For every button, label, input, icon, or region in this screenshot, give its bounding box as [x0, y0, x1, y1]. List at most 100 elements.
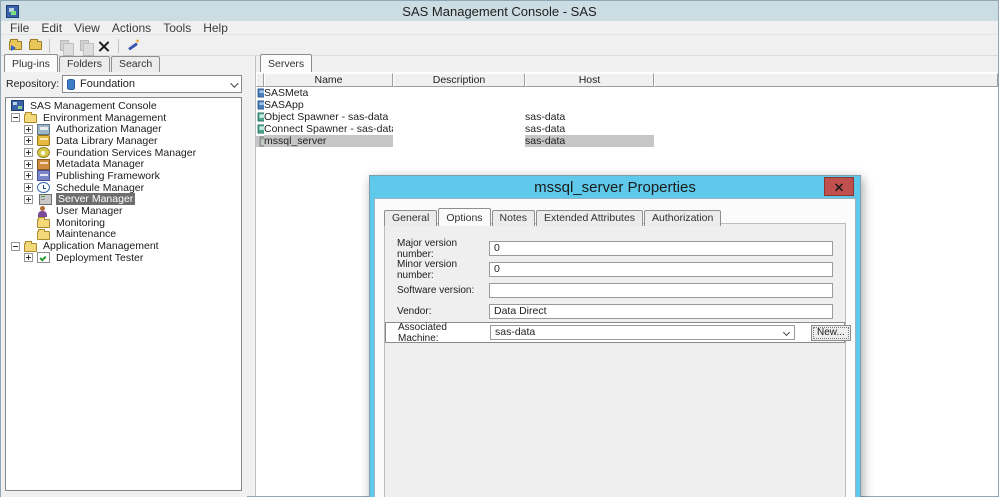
menu-item[interactable]: Tools: [157, 21, 197, 35]
field-input[interactable]: sas-data: [490, 325, 795, 340]
tree-item-icon: [37, 252, 50, 263]
tree-expander-icon[interactable]: [24, 125, 33, 134]
field-input[interactable]: 0: [489, 241, 833, 256]
close-x-icon: [835, 182, 844, 191]
dialog-tabstrip: GeneralOptionsNotesExtended AttributesAu…: [384, 208, 722, 226]
server-type-icon: [258, 101, 264, 110]
form-row: Minor version number: 0: [385, 259, 845, 280]
table-row[interactable]: Object Spawner - sas-data sas-data: [256, 111, 998, 123]
menu-item[interactable]: File: [4, 21, 35, 35]
left-panel-tab[interactable]: Search: [111, 56, 160, 72]
column-header-filler: [654, 73, 998, 87]
tree-item-icon: [24, 114, 37, 123]
form-row: Vendor: Data Direct: [385, 301, 845, 322]
column-header-icon[interactable]: [256, 73, 264, 87]
left-tabstrip: Plug-insFoldersSearch: [1, 56, 247, 72]
tree-item-icon: [37, 135, 50, 146]
open-folder-glyph: [29, 41, 42, 50]
tree-expander-icon[interactable]: [11, 242, 20, 251]
form-row: Software version:: [385, 280, 845, 301]
tree-expander-icon[interactable]: [24, 253, 33, 262]
server-name-cell: Connect Spawner - sas-data: [264, 123, 393, 135]
tree-item[interactable]: Environment Management: [6, 112, 241, 124]
tree-item[interactable]: Metadata Manager: [6, 158, 241, 170]
tree-expander-icon[interactable]: [24, 160, 33, 169]
close-button[interactable]: [824, 177, 854, 196]
tree-item[interactable]: Monitoring: [6, 217, 241, 229]
column-header-host[interactable]: Host: [525, 73, 654, 87]
servers-table-header: Name Description Host: [256, 73, 998, 87]
paste-icon[interactable]: [74, 37, 94, 54]
menu-item[interactable]: Help: [197, 21, 234, 35]
server-host-cell: sas-data: [525, 135, 654, 147]
tree-item[interactable]: SAS Management Console: [6, 100, 241, 112]
new-metadata-icon[interactable]: [5, 37, 25, 54]
table-row[interactable]: Connect Spawner - sas-data sas-data: [256, 123, 998, 135]
tree-item[interactable]: Deployment Tester: [6, 252, 241, 264]
tree-item-icon: [37, 231, 50, 240]
form-row: Major version number: 0: [385, 238, 845, 259]
tree-item[interactable]: Authorization Manager: [6, 123, 241, 135]
tree-expander-icon[interactable]: [24, 183, 33, 192]
left-panel-tab[interactable]: Plug-ins: [4, 54, 58, 72]
tree-item[interactable]: User Manager: [6, 205, 241, 217]
server-icon-cell: [256, 88, 264, 98]
new-button[interactable]: New...: [811, 325, 851, 341]
chevron-down-icon: [230, 79, 238, 87]
dialog-tab[interactable]: Authorization: [644, 210, 721, 226]
dialog-tab[interactable]: General: [384, 210, 437, 226]
field-input[interactable]: Data Direct: [489, 304, 833, 319]
menu-item[interactable]: View: [68, 21, 106, 35]
repository-combobox[interactable]: Foundation: [62, 75, 242, 93]
window-title: SAS Management Console - SAS: [1, 4, 998, 19]
column-header-name[interactable]: Name: [264, 73, 393, 87]
tree-expander-icon[interactable]: [24, 195, 33, 204]
toolbar-separator-2: [118, 39, 119, 53]
server-type-icon: [260, 136, 264, 146]
delete-icon[interactable]: [94, 37, 114, 54]
repository-row: Repository: Foundation: [1, 72, 247, 96]
field-input[interactable]: [489, 283, 833, 298]
tree-item[interactable]: Maintenance: [6, 229, 241, 241]
left-panel-tab[interactable]: Folders: [59, 56, 110, 72]
plugins-tree: SAS Management Console Environment Manag…: [5, 97, 242, 491]
table-row[interactable]: SASMeta: [256, 87, 998, 99]
options-wizard-icon[interactable]: [123, 37, 143, 54]
tree-item[interactable]: Server Manager: [6, 194, 241, 206]
dialog-titlebar[interactable]: mssql_server Properties: [374, 176, 856, 198]
column-header-description[interactable]: Description: [393, 73, 525, 87]
table-row[interactable]: mssql_server sas-data: [256, 135, 998, 147]
tree-item-label: Application Management: [41, 240, 161, 252]
server-icon-cell: [256, 112, 264, 122]
tree-item[interactable]: Foundation Services Manager: [6, 147, 241, 159]
sas-management-console-window: { "window": { "title": "SAS Management C…: [0, 0, 999, 497]
tree-expander-icon[interactable]: [24, 136, 33, 145]
field-input[interactable]: 0: [489, 262, 833, 277]
server-host-cell: sas-data: [525, 123, 654, 135]
menu-item[interactable]: Actions: [106, 21, 157, 35]
tree-item[interactable]: Data Library Manager: [6, 135, 241, 147]
open-icon[interactable]: [25, 37, 45, 54]
server-host-cell: sas-data: [525, 111, 654, 123]
server-name-cell: SASApp: [264, 99, 393, 111]
dialog-tab[interactable]: Notes: [492, 210, 535, 226]
menu-item[interactable]: Edit: [35, 21, 68, 35]
copy-icon[interactable]: [54, 37, 74, 54]
dialog-tab[interactable]: Options: [438, 208, 490, 226]
tree-item[interactable]: Schedule Manager: [6, 182, 241, 194]
table-row[interactable]: SASApp: [256, 99, 998, 111]
server-icon-cell: [256, 100, 264, 110]
field-label: Associated Machine:: [398, 322, 490, 344]
tree-item[interactable]: Publishing Framework: [6, 170, 241, 182]
tree-item-icon: [37, 206, 50, 217]
tree-item-icon: [37, 124, 50, 135]
tree-item[interactable]: Application Management: [6, 240, 241, 252]
tree-expander-icon[interactable]: [24, 171, 33, 180]
tree-expander-icon[interactable]: [24, 148, 33, 157]
dialog-tab[interactable]: Extended Attributes: [536, 210, 643, 226]
tree-item-label: Data Library Manager: [54, 135, 160, 147]
server-type-icon: [258, 125, 264, 134]
tab-servers[interactable]: Servers: [260, 54, 312, 72]
wand-glyph: [126, 39, 140, 53]
tree-expander-icon[interactable]: [11, 113, 20, 122]
